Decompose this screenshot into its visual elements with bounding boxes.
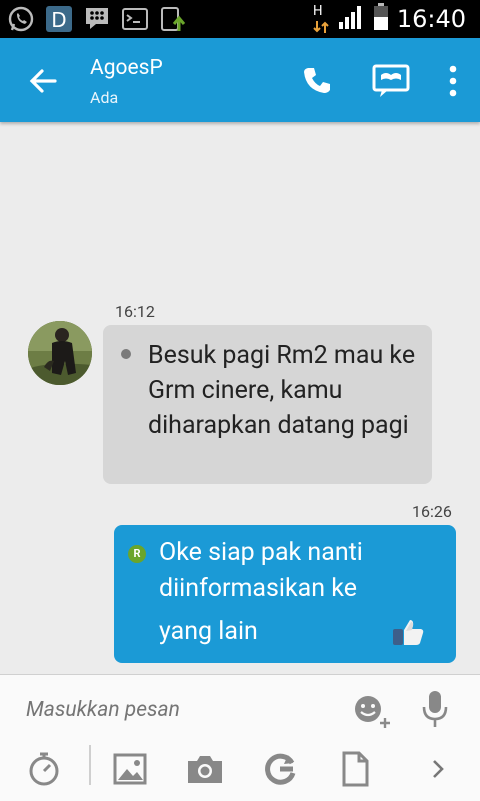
d-app-icon: D xyxy=(44,4,74,34)
message-input[interactable] xyxy=(24,691,328,729)
incoming-message-bubble[interactable]: Besuk pagi Rm2 mau ke Grm cinere, kamu d… xyxy=(103,325,432,484)
camera-icon[interactable] xyxy=(185,749,225,789)
toolbar-divider xyxy=(89,745,91,785)
contact-name[interactable]: AgoesP xyxy=(90,56,163,80)
signal-icon xyxy=(337,4,365,34)
read-receipt-icon: R xyxy=(128,545,146,563)
message-dot-icon xyxy=(121,349,131,359)
system-icons: H 16:40 xyxy=(313,3,466,35)
message-text: Besuk pagi Rm2 mau ke Grm cinere, kamu d… xyxy=(148,341,416,440)
message-text-continued: yang lain xyxy=(159,617,258,646)
phone-call-icon[interactable] xyxy=(300,64,334,98)
notification-icons: D xyxy=(6,4,188,34)
message-timestamp: 16:26 xyxy=(412,502,452,521)
status-bar: D H 16:40 xyxy=(0,0,480,38)
thumbs-up-icon xyxy=(392,617,426,647)
clock: 16:40 xyxy=(396,5,466,33)
gallery-icon[interactable] xyxy=(110,749,150,789)
file-icon[interactable] xyxy=(335,749,375,789)
message-text: Oke siap pak nanti diinformasikan ke xyxy=(159,538,363,603)
microphone-icon[interactable] xyxy=(420,689,450,729)
contact-status: Ada xyxy=(90,88,119,107)
battery-icon xyxy=(373,3,389,35)
whatsapp-icon xyxy=(6,4,36,34)
network-icon: H xyxy=(313,4,329,34)
refresh-g-icon[interactable] xyxy=(260,749,300,789)
chevron-right-icon[interactable] xyxy=(418,749,458,789)
bbm-icon xyxy=(82,4,112,34)
svg-text:D: D xyxy=(51,8,66,32)
message-timestamp: 16:12 xyxy=(115,302,155,321)
message-composer xyxy=(0,674,480,801)
outgoing-message-bubble[interactable]: R Oke siap pak nanti diinformasikan ke y… xyxy=(114,525,456,663)
chat-header: AgoesP Ada xyxy=(0,38,480,122)
back-arrow-icon[interactable] xyxy=(28,66,58,96)
update-icon xyxy=(158,4,188,34)
network-type: H xyxy=(312,4,323,19)
emoji-add-icon[interactable] xyxy=(352,693,392,729)
attachment-toolbar xyxy=(0,745,480,793)
bbm-video-icon[interactable] xyxy=(372,64,410,98)
avatar[interactable] xyxy=(28,321,92,385)
terminal-icon xyxy=(120,4,150,34)
more-options-icon[interactable] xyxy=(440,62,466,100)
timer-icon[interactable] xyxy=(24,749,64,789)
